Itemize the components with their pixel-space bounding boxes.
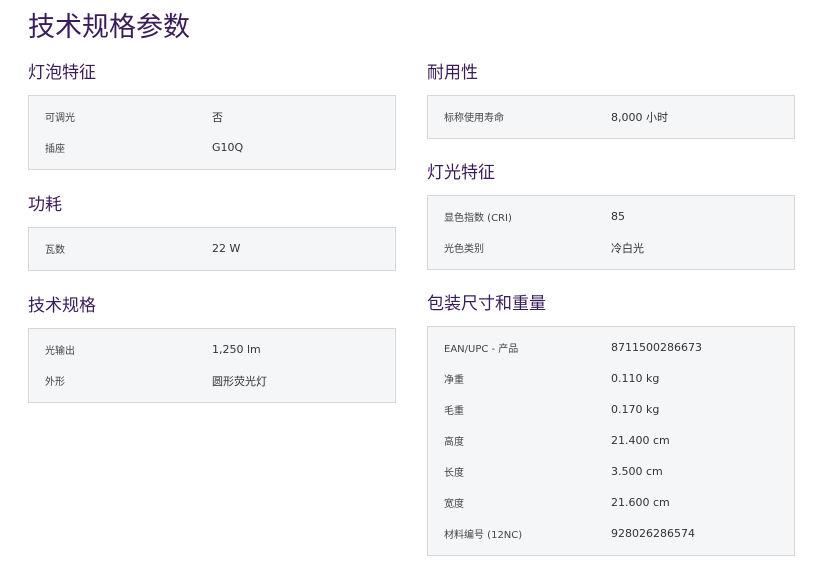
spec-row-width: 宽度 21.600 cm [428,487,794,518]
spec-table: 标称使用寿命 8,000 小时 [427,95,795,139]
spec-row-ean: EAN/UPC - 产品 8711500286673 [428,332,794,363]
spec-row-height: 高度 21.400 cm [428,425,794,456]
spec-label: 光色类别 [444,244,484,255]
spec-table: 瓦数 22 W [28,227,396,271]
section-technical-specs: 技术规格 光输出 1,250 lm 外形 圆形荧光灯 [28,291,396,403]
spec-row-shape: 外形 圆形荧光灯 [29,365,395,396]
spec-value: 85 [611,210,625,223]
spec-value: 8,000 小时 [611,110,668,124]
spec-row-light-output: 光输出 1,250 lm [29,334,395,365]
section-durability: 耐用性 标称使用寿命 8,000 小时 [427,58,795,139]
page-title: 技术规格参数 [28,12,190,43]
spec-label: 可调光 [45,113,75,124]
right-spec-column: 耐用性 标称使用寿命 8,000 小时 灯光特征 显色指数 (CRI) 85 光… [427,58,795,556]
spec-row-dimmable: 可调光 否 [29,101,395,132]
spec-value: 3.500 cm [611,465,663,478]
section-packaging: 包装尺寸和重量 EAN/UPC - 产品 8711500286673 净重 0.… [427,289,795,556]
spec-label: 瓦数 [45,245,65,256]
spec-value: 22 W [212,242,241,255]
left-spec-column: 灯泡特征 可调光 否 插座 G10Q 功耗 瓦数 22 W 技术规格 光输出 1… [28,58,396,403]
spec-row-rated-life: 标称使用寿命 8,000 小时 [428,101,794,132]
spec-value: 冷白光 [611,241,644,255]
section-title: 功耗 [28,195,62,215]
spec-table: EAN/UPC - 产品 8711500286673 净重 0.110 kg 毛… [427,326,795,556]
spec-row-material-number: 材料编号 (12NC) 928026286574 [428,518,794,549]
spec-value: 0.170 kg [611,403,660,416]
spec-label: 外形 [45,377,65,388]
spec-label: 净重 [444,375,464,386]
section-title: 灯泡特征 [28,63,96,83]
spec-label: 高度 [444,437,464,448]
spec-value: G10Q [212,141,244,154]
spec-label: 显色指数 (CRI) [444,213,512,224]
spec-label: 光输出 [45,346,75,357]
spec-value: 圆形荧光灯 [212,374,267,388]
section-title: 包装尺寸和重量 [427,294,546,314]
spec-table: 光输出 1,250 lm 外形 圆形荧光灯 [28,328,396,403]
spec-row-gross-weight: 毛重 0.170 kg [428,394,794,425]
section-power-consumption: 功耗 瓦数 22 W [28,190,396,271]
spec-row-wattage: 瓦数 22 W [29,233,395,264]
section-bulb-characteristics: 灯泡特征 可调光 否 插座 G10Q [28,58,396,170]
spec-label: 宽度 [444,499,464,510]
spec-label: 材料编号 (12NC) [444,530,523,541]
spec-row-length: 长度 3.500 cm [428,456,794,487]
spec-label: 长度 [444,468,464,479]
section-title: 耐用性 [427,63,478,83]
section-title: 技术规格 [28,296,96,316]
spec-row-socket: 插座 G10Q [29,132,395,163]
spec-row-cri: 显色指数 (CRI) 85 [428,201,794,232]
spec-row-light-color: 光色类别 冷白光 [428,232,794,263]
spec-value: 21.600 cm [611,496,670,509]
spec-table: 可调光 否 插座 G10Q [28,95,396,170]
spec-row-net-weight: 净重 0.110 kg [428,363,794,394]
spec-label: EAN/UPC - 产品 [444,344,519,355]
spec-value: 21.400 cm [611,434,670,447]
spec-label: 标称使用寿命 [444,113,504,124]
spec-value: 1,250 lm [212,343,261,356]
spec-value: 928026286574 [611,527,695,540]
spec-label: 插座 [45,144,65,155]
spec-label: 毛重 [444,406,464,417]
section-light-characteristics: 灯光特征 显色指数 (CRI) 85 光色类别 冷白光 [427,158,795,270]
spec-value: 0.110 kg [611,372,660,385]
spec-value: 8711500286673 [611,341,702,354]
spec-table: 显色指数 (CRI) 85 光色类别 冷白光 [427,195,795,270]
section-title: 灯光特征 [427,163,495,183]
spec-value: 否 [212,110,223,124]
